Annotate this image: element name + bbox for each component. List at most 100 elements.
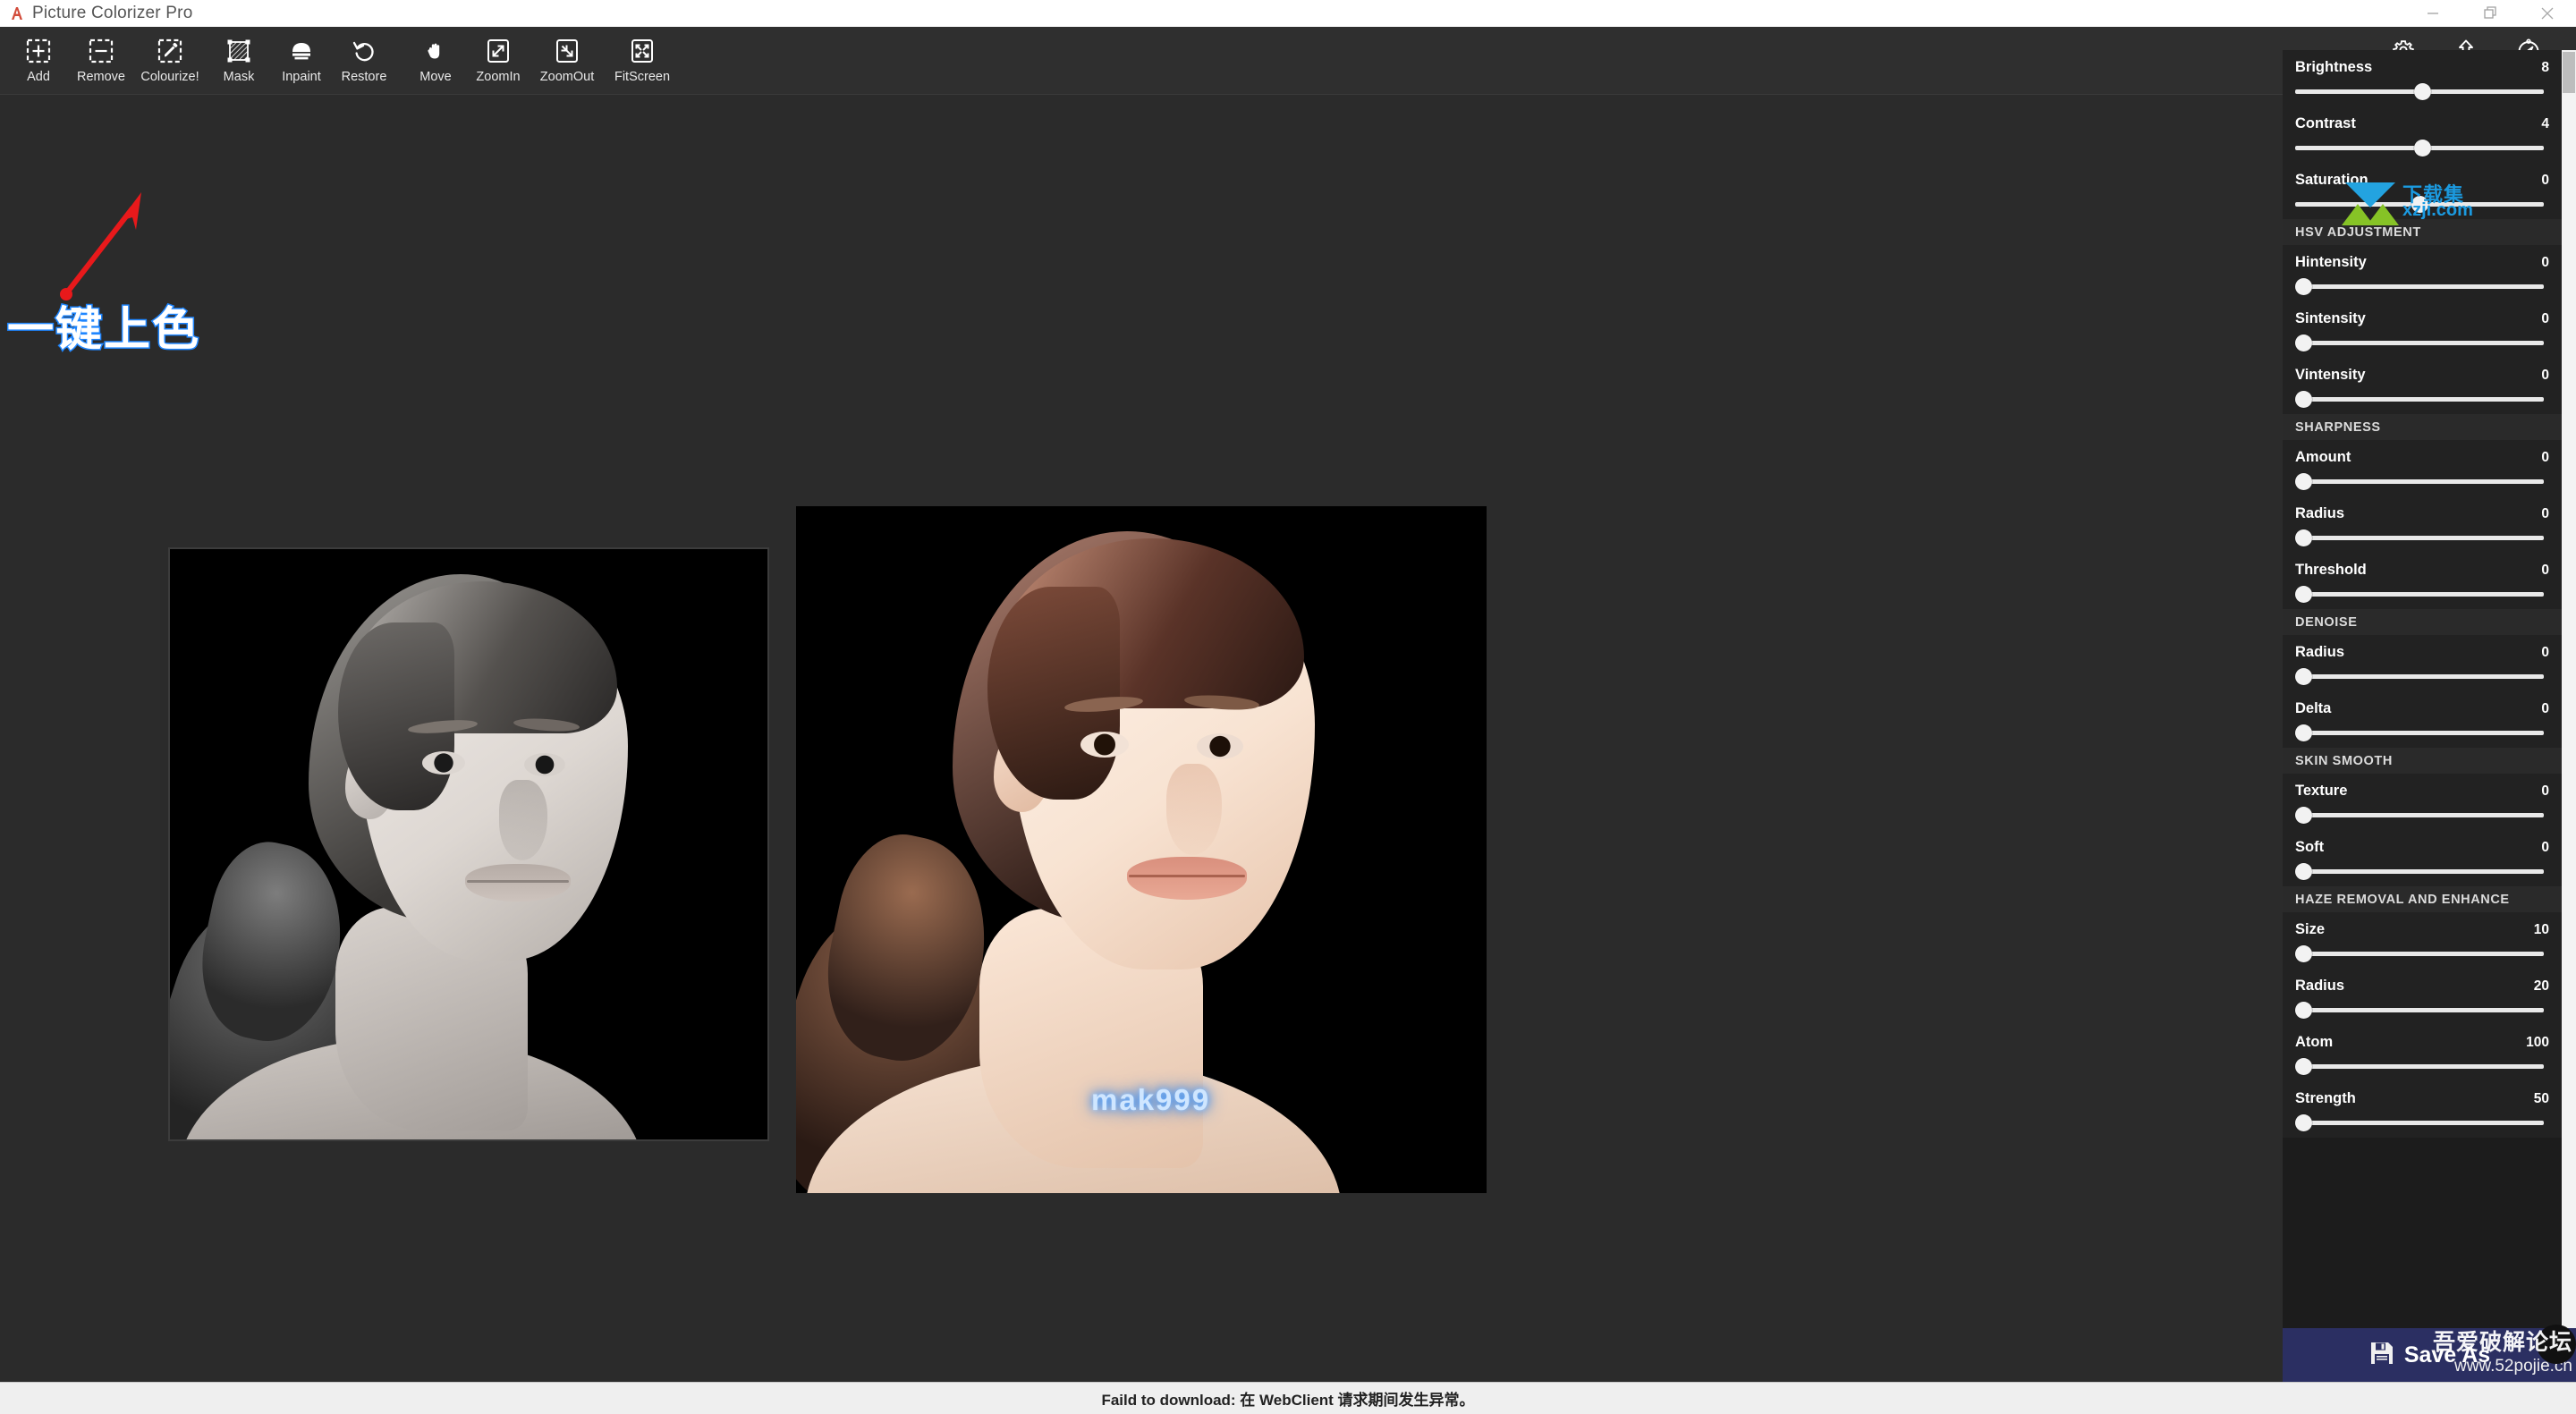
slider-knob-strength[interactable] (2295, 1114, 2312, 1131)
toolbar-button-add[interactable]: Add (7, 27, 70, 95)
slider-knob-atom[interactable] (2295, 1058, 2312, 1075)
slider-track-radius[interactable] (2295, 528, 2549, 547)
toolbar-button-fitscreen[interactable]: FitScreen (605, 27, 680, 95)
panel-section-label: SHARPNESS (2295, 420, 2381, 435)
image-canvas[interactable]: 一键上色 mak999 (0, 95, 2283, 1376)
slider-knob-sintensity[interactable] (2295, 334, 2312, 351)
slider-track-radius[interactable] (2295, 1000, 2549, 1020)
slider-rail (2295, 813, 2544, 817)
canvas-bottom-strip (0, 1336, 2283, 1343)
slider-knob-radius[interactable] (2295, 668, 2312, 685)
slider-rail (2295, 592, 2544, 597)
slider-knob-brightness[interactable] (2413, 83, 2431, 100)
restore-icon[interactable] (2462, 0, 2519, 27)
slider-track-amount[interactable] (2295, 471, 2549, 491)
minimize-icon[interactable] (2404, 0, 2462, 27)
inpaint-brush-icon (288, 34, 315, 68)
toolbar-button-colourize[interactable]: Colourize! (132, 27, 208, 95)
slider-knob-vintensity[interactable] (2295, 391, 2312, 408)
slider-track-threshold[interactable] (2295, 584, 2549, 604)
slider-track-atom[interactable] (2295, 1056, 2549, 1076)
slider-track-texture[interactable] (2295, 805, 2549, 825)
annotation-text: 一键上色 (5, 303, 201, 358)
slider-knob-soft[interactable] (2295, 863, 2312, 880)
slider-track-contrast[interactable] (2295, 138, 2549, 157)
panel-section-sharpness: SHARPNESS (2283, 414, 2562, 440)
panel-scrollbar-track[interactable] (2562, 50, 2576, 1414)
slider-header: Delta 0 (2295, 700, 2549, 717)
slider-track-soft[interactable] (2295, 861, 2549, 881)
toolbar-button-mask[interactable]: Mask (208, 27, 270, 95)
save-bar: Save As 吾爱破解论坛 www.52pojie.cn (2283, 1325, 2576, 1382)
slider-value-soft: 0 (2541, 840, 2549, 855)
toolbar-button-remove[interactable]: Remove (70, 27, 132, 95)
slider-rail (2295, 952, 2544, 956)
panel-scrollbar-thumb[interactable] (2563, 52, 2575, 93)
slider-label-texture: Texture (2295, 783, 2348, 799)
image-watermark-mak999: mak999 (1091, 1083, 1211, 1116)
slider-track-hintensity[interactable] (2295, 276, 2549, 296)
zoom-in-icon (485, 34, 512, 68)
zoom-out-icon (554, 34, 580, 68)
panel-section-label: HAZE REMOVAL AND ENHANCE (2295, 893, 2510, 907)
status-bar: Faild to download: 在 WebClient 请求期间发生异常。 (0, 1382, 2576, 1414)
slider-knob-amount[interactable] (2295, 473, 2312, 490)
restore-undo-icon (351, 34, 377, 68)
slider-track-strength[interactable] (2295, 1113, 2549, 1132)
slider-header: Threshold 0 (2295, 562, 2549, 579)
slider-label-soft: Soft (2295, 839, 2325, 855)
slider-value-brightness: 8 (2541, 60, 2549, 75)
slider-control-radius: Radius 0 (2283, 496, 2562, 553)
slider-rail (2295, 1121, 2544, 1125)
slider-knob-hintensity[interactable] (2295, 278, 2312, 295)
slider-rail (2295, 1064, 2544, 1069)
slider-label-vintensity: Vintensity (2295, 367, 2366, 383)
slider-knob-radius[interactable] (2295, 529, 2312, 546)
panel-section-skin-smooth: SKIN SMOOTH (2283, 748, 2562, 774)
slider-knob-contrast[interactable] (2413, 140, 2431, 157)
slider-label-strength: Strength (2295, 1090, 2356, 1106)
save-as-button[interactable]: Save As (2368, 1340, 2490, 1371)
slider-knob-texture[interactable] (2295, 807, 2312, 824)
toolbar-button-restore[interactable]: Restore (333, 27, 395, 95)
slider-label-brightness: Brightness (2295, 59, 2373, 75)
slider-header: Radius 0 (2295, 644, 2549, 661)
slider-value-threshold: 0 (2541, 563, 2549, 578)
window-title: Picture Colorizer Pro (32, 4, 193, 22)
panel-section-label: SKIN SMOOTH (2295, 754, 2393, 768)
slider-value-size: 10 (2533, 922, 2549, 937)
toolbar-button-move[interactable]: Move (404, 27, 467, 95)
mask-hatch-icon (225, 34, 252, 68)
colorized-image-panel[interactable]: mak999 (796, 506, 1487, 1193)
slider-knob-delta[interactable] (2295, 724, 2312, 741)
slider-track-sintensity[interactable] (2295, 333, 2549, 352)
toolbar-button-inpaint[interactable]: Inpaint (270, 27, 333, 95)
slider-knob-size[interactable] (2295, 945, 2312, 962)
slider-control-strength: Strength 50 (2283, 1081, 2562, 1138)
slider-rail (2295, 536, 2544, 540)
slider-track-radius[interactable] (2295, 666, 2549, 686)
toolbar-label-add: Add (27, 70, 50, 84)
slider-header: Radius 0 (2295, 505, 2549, 522)
toolbar-button-zoomin[interactable]: ZoomIn (467, 27, 530, 95)
toolbar-button-zoomout[interactable]: ZoomOut (530, 27, 605, 95)
close-icon[interactable] (2519, 0, 2576, 27)
slider-header: Radius 20 (2295, 978, 2549, 995)
slider-value-atom: 100 (2526, 1035, 2549, 1050)
slider-control-threshold: Threshold 0 (2283, 553, 2562, 609)
title-bar: Picture Colorizer Pro (0, 0, 2576, 27)
slider-track-brightness[interactable] (2295, 81, 2549, 101)
original-image-panel[interactable] (168, 547, 769, 1141)
slider-value-delta: 0 (2541, 701, 2549, 716)
adjustments-panel[interactable]: Brightness 8 Contrast 4 Saturation 0 HSV ADJUS… (2283, 50, 2576, 1414)
slider-track-size[interactable] (2295, 944, 2549, 963)
slider-rail (2295, 397, 2544, 402)
slider-track-delta[interactable] (2295, 723, 2549, 742)
slider-knob-radius[interactable] (2295, 1002, 2312, 1019)
slider-knob-threshold[interactable] (2295, 586, 2312, 603)
slider-label-radius: Radius (2295, 644, 2345, 660)
red-arrow-pointer (54, 180, 161, 309)
slider-track-vintensity[interactable] (2295, 389, 2549, 409)
slider-header: Atom 100 (2295, 1034, 2549, 1051)
slider-control-soft: Soft 0 (2283, 830, 2562, 886)
